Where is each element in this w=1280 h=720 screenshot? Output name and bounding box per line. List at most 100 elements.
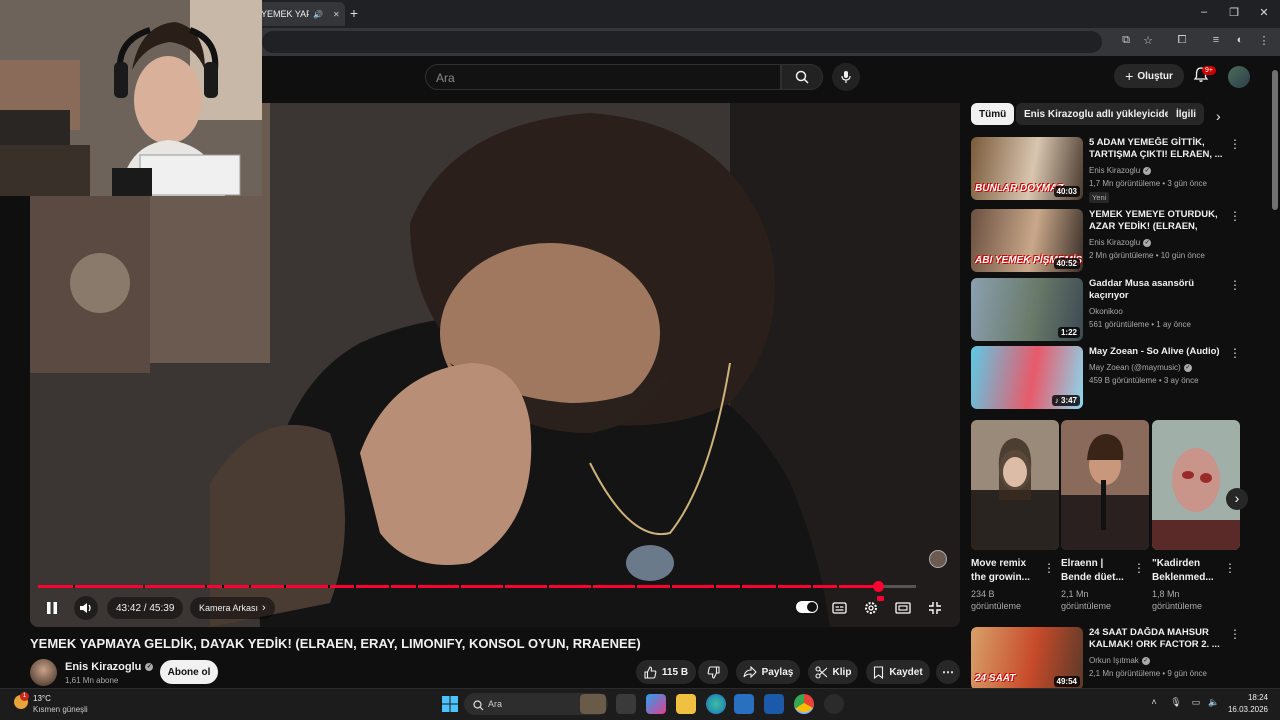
recommendation-channel[interactable]: May Zoean (@maymusic) — [1089, 363, 1181, 372]
autoplay-toggle[interactable] — [796, 601, 818, 613]
chip-uploader[interactable]: Enis Kirazoglu adlı yükleyiciden — [1016, 103, 1185, 125]
recommendation-channel[interactable]: Orkun Işıtmak — [1089, 656, 1139, 665]
search-input[interactable]: Ara — [425, 64, 781, 90]
chapter-button[interactable]: Kamera Arkası › — [190, 597, 275, 619]
shorts-next-button[interactable]: › — [1226, 488, 1248, 510]
like-button[interactable]: 115 B — [636, 660, 696, 684]
recommendation-item[interactable]: ABI YEMEK PİŞMEMİŞ 40:52 YEMEK YEMEYE OTUR… — [971, 209, 1241, 275]
fullscreen-button[interactable] — [925, 598, 945, 618]
bookmark-star-icon[interactable]: ☆ — [1140, 34, 1156, 47]
channel-watermark[interactable] — [929, 550, 947, 568]
tab-audio-icon[interactable]: 🔊 — [313, 10, 323, 19]
microsoft-store-icon[interactable] — [734, 694, 754, 714]
search-button[interactable] — [781, 64, 823, 90]
channel-avatar[interactable] — [30, 659, 57, 686]
miniplayer-button[interactable] — [893, 599, 913, 617]
mail-app-icon[interactable] — [764, 694, 784, 714]
store-app-icon[interactable] — [646, 694, 666, 714]
chips-next-icon[interactable]: › — [1216, 108, 1221, 124]
short-thumbnail[interactable] — [1061, 420, 1149, 550]
restore-icon[interactable]: ❐ — [1226, 6, 1242, 19]
recommendation-channel[interactable]: Enis Kirazoglu — [1089, 238, 1140, 247]
tray-volume-icon[interactable]: 🔈 — [1208, 697, 1220, 708]
chip-related[interactable]: İlgili — [1168, 103, 1204, 125]
short-menu-icon[interactable]: ⋮ — [1133, 561, 1145, 575]
recommendation-item[interactable]: 24 SAAT 49:54 24 SAAT DAĞDA MAHSUR KALMAK!… — [971, 627, 1241, 693]
windows-start-icon[interactable] — [440, 694, 460, 714]
recording-app-icon[interactable] — [824, 694, 844, 714]
short-title[interactable]: "Kadirden Beklenmed... — [1152, 557, 1224, 585]
extensions-icon[interactable]: ⧠ — [1174, 34, 1190, 47]
address-bar[interactable] — [262, 31, 1102, 53]
short-menu-icon[interactable]: ⋮ — [1224, 561, 1236, 575]
tray-network-icon[interactable]: ▭ — [1190, 697, 1202, 708]
pause-button[interactable] — [42, 598, 62, 618]
recommendation-channel-row[interactable]: Enis Kirazoglu ✓ — [1089, 238, 1152, 247]
tab-close-icon[interactable]: ✕ — [333, 10, 340, 19]
search-highlight-icon[interactable] — [580, 694, 606, 714]
edge-browser-icon[interactable] — [706, 694, 726, 714]
scrollbar-thumb[interactable] — [1272, 70, 1278, 210]
mute-button[interactable] — [74, 596, 98, 620]
browser-menu-icon[interactable]: ⋮ — [1256, 34, 1272, 47]
avatar[interactable] — [1228, 66, 1250, 88]
more-actions-button[interactable]: ⋯ — [936, 660, 960, 684]
task-view-icon[interactable] — [616, 694, 636, 714]
recommendation-title[interactable]: Gaddar Musa asansörü kaçırıyor — [1089, 278, 1225, 302]
short-menu-icon[interactable]: ⋮ — [1043, 561, 1055, 575]
chrome-icon[interactable] — [794, 694, 814, 714]
weather-description[interactable]: Kısmen güneşli — [33, 705, 88, 714]
tray-microphone-icon[interactable]: 🎙 — [1170, 697, 1182, 708]
settings-button[interactable] — [861, 596, 884, 618]
recommendation-title[interactable]: 24 SAAT DAĞDA MAHSUR KALMAK! ORK FACTOR … — [1089, 627, 1225, 651]
create-button[interactable]: + Oluştur — [1114, 64, 1184, 88]
recommendation-title[interactable]: May Zoean - So Alive (Audio) — [1089, 346, 1225, 358]
new-tab-button[interactable]: + — [346, 5, 362, 21]
weather-temperature[interactable]: 13°C — [33, 694, 51, 703]
recommendation-title[interactable]: 5 ADAM YEMEĞE GİTTİK, TARTIŞMA ÇIKTI! EL… — [1089, 137, 1225, 161]
short-thumbnail[interactable] — [971, 420, 1059, 550]
subscribe-button[interactable]: Abone ol — [160, 660, 218, 684]
tray-chevron-up-icon[interactable]: ˄ — [1148, 697, 1160, 707]
recommendation-channel-row[interactable]: Okonikoo — [1089, 307, 1123, 316]
voice-search-button[interactable] — [832, 63, 860, 91]
more-vert-icon[interactable]: ⋮ — [1229, 209, 1241, 223]
recommendation-channel-row[interactable]: Orkun Işıtmak ✓ — [1089, 656, 1150, 665]
recommendation-item[interactable]: ♪ 3:47 May Zoean - So Alive (Audio) May Zo… — [971, 346, 1241, 412]
recommendation-thumbnail[interactable]: ABI YEMEK PİŞMEMİŞ 40:52 — [971, 209, 1083, 272]
dislike-button[interactable] — [698, 660, 728, 684]
save-button[interactable]: Kaydet — [866, 660, 930, 684]
more-vert-icon[interactable]: ⋮ — [1229, 278, 1241, 292]
close-window-icon[interactable]: ✕ — [1256, 6, 1272, 19]
install-app-icon[interactable]: ⧉ — [1118, 34, 1134, 47]
more-vert-icon[interactable]: ⋮ — [1229, 627, 1241, 641]
recommendation-channel-row[interactable]: May Zoean (@maymusic) ✓ — [1089, 363, 1192, 372]
channel-name[interactable]: Enis Kirazoglu — [65, 661, 141, 673]
progress-bar[interactable] — [38, 581, 916, 592]
clip-button[interactable]: Klip — [808, 660, 858, 684]
recommendation-channel[interactable]: Enis Kirazoglu — [1089, 166, 1140, 175]
recommendation-thumbnail[interactable]: 1:22 — [971, 278, 1083, 341]
recommendation-channel[interactable]: Okonikoo — [1089, 307, 1123, 316]
recommendation-item[interactable]: BUNLAR DOYMAZ 40:03 5 ADAM YEMEĞE GİTTİK, … — [971, 137, 1241, 203]
browser-profile-icon[interactable]: ◐ — [1232, 34, 1248, 46]
recommendation-thumbnail[interactable]: 24 SAAT 49:54 — [971, 627, 1083, 690]
minimize-icon[interactable]: – — [1196, 6, 1212, 18]
short-title[interactable]: Elraenn | Bende düet... — [1061, 557, 1133, 585]
channel-name-row[interactable]: Enis Kirazoglu ✓ — [65, 661, 154, 673]
browser-tab[interactable]: YEMEK YAPMAYA GELDİK 🔊 ✕ — [255, 2, 345, 26]
recommendation-channel-row[interactable]: Enis Kirazoglu ✓ — [1089, 166, 1152, 175]
chip-all[interactable]: Tümü — [971, 103, 1015, 125]
file-explorer-icon[interactable] — [676, 694, 696, 714]
short-thumbnail[interactable] — [1152, 420, 1240, 550]
subtitles-button[interactable] — [829, 599, 849, 617]
recommendation-thumbnail[interactable]: ♪ 3:47 — [971, 346, 1083, 409]
media-control-icon[interactable]: ≡ — [1208, 34, 1224, 46]
short-title[interactable]: Move remix the growin... — [971, 557, 1043, 585]
more-vert-icon[interactable]: ⋮ — [1229, 137, 1241, 151]
recommendation-title[interactable]: YEMEK YEMEYE OTURDUK, AZAR YEDİK! (ELRAE… — [1089, 209, 1225, 233]
more-vert-icon[interactable]: ⋮ — [1229, 346, 1241, 360]
recommendation-item[interactable]: 1:22 Gaddar Musa asansörü kaçırıyor Okonik… — [971, 278, 1241, 344]
clock-date[interactable]: 16.03.2026 — [1222, 705, 1268, 714]
share-button[interactable]: Paylaş — [736, 660, 800, 684]
